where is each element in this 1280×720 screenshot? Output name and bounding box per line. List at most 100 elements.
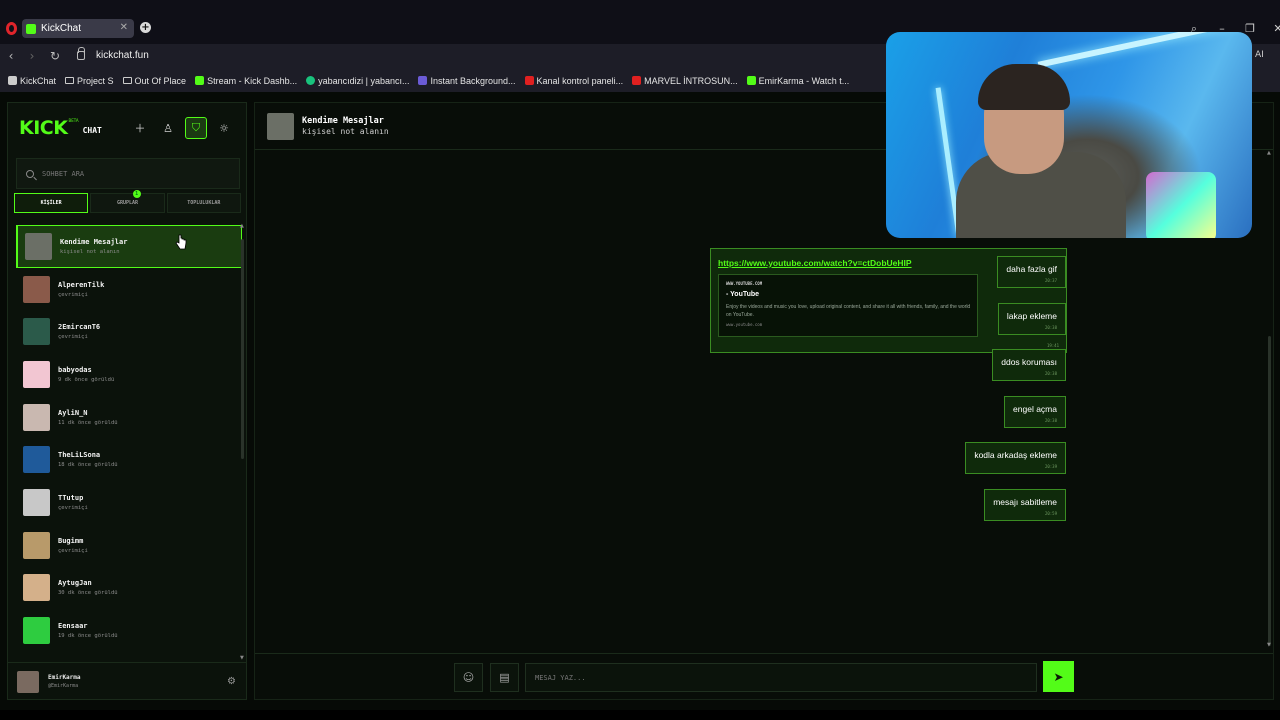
bookmark-label: EmirKarma - Watch t... xyxy=(758,75,850,86)
url-field[interactable]: kickchat.fun xyxy=(96,50,149,61)
bookmark-label: Kanal kontrol paneli... xyxy=(536,75,624,86)
attach-file-button[interactable]: ▤ xyxy=(490,663,519,692)
send-button[interactable]: ➤ xyxy=(1043,661,1074,692)
contact-item[interactable]: AyliN_N 11 dk önce görüldü xyxy=(16,396,242,439)
message-link[interactable]: https://www.youtube.com/watch?v=ctDobUeH… xyxy=(718,258,912,268)
message-text: mesajı sabitleme xyxy=(993,497,1057,507)
new-tab-button[interactable]: + xyxy=(140,22,151,33)
sidebar-scroll-thumb[interactable] xyxy=(241,239,244,459)
search-input[interactable] xyxy=(42,169,222,178)
kick-chat-logo[interactable]: KICK BETA CHAT xyxy=(19,118,102,138)
contact-name: TheLiLSona xyxy=(58,451,101,460)
hand-cursor-icon xyxy=(175,234,187,250)
p-icon xyxy=(418,76,428,85)
bookmark-item[interactable]: Project S xyxy=(65,76,114,86)
bookmark-item[interactable]: yabancıdizi | yabancı... xyxy=(306,76,409,86)
tab-people[interactable]: KİŞİLER xyxy=(14,193,89,213)
contact-item[interactable]: Kendime Mesajlar kişisel not alanın xyxy=(16,225,242,268)
chat-header-avatar[interactable] xyxy=(267,112,294,140)
bookmark-label: yabancıdizi | yabancı... xyxy=(318,75,410,86)
ai-button[interactable]: AI xyxy=(1255,50,1264,60)
add-friend-button[interactable]: ♙ xyxy=(157,117,179,139)
scroll-up-icon[interactable]: ▲ xyxy=(240,223,244,229)
chat-scroll-thumb[interactable] xyxy=(1268,336,1271,646)
message-time: 20:39 xyxy=(1044,464,1057,469)
message-input[interactable] xyxy=(525,663,1037,692)
lock-icon xyxy=(77,47,85,60)
bottom-strip xyxy=(0,710,1280,720)
contact-item[interactable]: Bugimm çevrimiçi xyxy=(16,524,242,567)
chat-header-name: Kendime Mesajlar xyxy=(302,116,384,126)
contact-item[interactable]: 2EmircanT6 çevrimiçi xyxy=(16,310,242,353)
contact-item[interactable]: AytugJan 30 dk önce görüldü xyxy=(16,567,242,610)
contact-name: AytugJan xyxy=(58,579,92,588)
message-bubble[interactable]: daha fazla gif 20:37 xyxy=(997,256,1066,288)
browser-tab[interactable]: KickChat ✕ xyxy=(22,19,134,38)
opera-logo-icon[interactable] xyxy=(6,22,17,35)
message-bubble[interactable]: mesajı sabitleme 20:59 xyxy=(984,489,1066,521)
message-bubble[interactable]: ddos koruması 20:38 xyxy=(992,349,1066,381)
forward-icon[interactable]: › xyxy=(25,49,39,63)
preview-title: - YouTube xyxy=(726,291,760,298)
contact-item[interactable]: TTutup çevrimiçi xyxy=(16,481,242,524)
close-window-icon[interactable]: ✕ xyxy=(1271,22,1280,36)
bookmark-item[interactable]: Out Of Place xyxy=(122,75,187,86)
kick-favicon-icon xyxy=(26,23,36,34)
kick-icon xyxy=(746,76,756,85)
tab-groups[interactable]: GRUPLAR 1 xyxy=(90,190,165,213)
contact-name: AyliN_N xyxy=(58,408,88,417)
contact-name: Eensaar xyxy=(58,622,88,631)
avatar xyxy=(23,403,50,431)
bookmark-label: Out Of Place xyxy=(134,75,187,86)
contact-item[interactable]: babyodas 9 dk önce görüldü xyxy=(16,353,242,396)
contact-status: çevrimiçi xyxy=(58,504,88,511)
streamer-hair xyxy=(978,64,1070,110)
bookmark-item[interactable]: Stream - Kick Dashb... xyxy=(195,76,297,86)
current-user-avatar[interactable] xyxy=(17,670,39,693)
shield-button[interactable]: ⛉ xyxy=(185,117,207,139)
v-icon xyxy=(306,76,316,85)
kick-icon xyxy=(195,76,205,85)
preview-domain: WWW.YOUTUBE.COM xyxy=(726,281,763,286)
bookmark-label: Project S xyxy=(77,75,114,86)
bookmark-label: MARVEL İNTROSUN... xyxy=(644,75,738,86)
avatar xyxy=(23,446,50,474)
theme-toggle-button[interactable]: ☼ xyxy=(213,117,235,139)
contact-item[interactable]: AlperenTilk çevrimiçi xyxy=(16,268,242,311)
message-time: 20:38 xyxy=(1044,418,1057,423)
sidebar: KICK BETA CHAT ＋ ♙ ⛉ ☼ KİŞİLER GRUPLAR 1… xyxy=(7,102,247,700)
message-bubble[interactable]: kodla arkadaş ekleme 20:39 xyxy=(965,442,1066,474)
current-user-handle: @EmirKarma xyxy=(48,683,79,689)
chat-scrollbar[interactable]: ▲ ▼ xyxy=(1267,150,1272,658)
bookmark-item[interactable]: Instant Background... xyxy=(418,76,516,86)
bookmark-label: Stream - Kick Dashb... xyxy=(207,75,298,86)
reload-icon[interactable]: ↻ xyxy=(48,49,62,63)
contact-item[interactable]: Eensaar 19 dk önce görüldü xyxy=(16,609,242,649)
led-strip xyxy=(1037,32,1245,68)
bookmark-item[interactable]: KickChat xyxy=(8,76,56,86)
link-preview-card[interactable]: WWW.YOUTUBE.COM - YouTube Enjoy the vide… xyxy=(718,274,978,337)
settings-gear-icon[interactable]: ⚙ xyxy=(227,676,236,687)
tab-communities[interactable]: TOPLULUKLAR xyxy=(166,193,241,213)
back-icon[interactable]: ‹ xyxy=(4,49,18,63)
new-chat-button[interactable]: ＋ xyxy=(129,117,151,139)
message-bubble[interactable]: engel açma 20:38 xyxy=(1004,396,1066,428)
contact-item[interactable]: TheLiLSona 18 dk önce görüldü xyxy=(16,438,242,481)
chat-scroll-down-icon[interactable]: ▼ xyxy=(1267,642,1271,648)
bookmark-item[interactable]: Kanal kontrol paneli... xyxy=(524,75,624,86)
search-icon xyxy=(26,169,34,178)
scroll-down-icon[interactable]: ▼ xyxy=(240,655,244,661)
bookmark-item[interactable]: MARVEL İNTROSUN... xyxy=(632,76,738,86)
bookmark-item[interactable]: EmirKarma - Watch t... xyxy=(746,75,850,86)
preview-footer: www.youtube.com xyxy=(726,322,763,327)
message-time: 19:41 xyxy=(1046,343,1059,348)
avatar xyxy=(23,318,50,346)
avatar xyxy=(25,232,52,260)
tab-close-icon[interactable]: ✕ xyxy=(120,22,128,33)
sidebar-scrollbar[interactable]: ▲ ▼ xyxy=(240,223,245,661)
message-bubble[interactable]: lakap ekleme 20:38 xyxy=(997,303,1066,335)
emoji-button[interactable]: ☺ xyxy=(454,663,483,692)
rgb-pc-case xyxy=(1146,172,1216,238)
chat-scroll-up-icon[interactable]: ▲ xyxy=(1267,150,1271,156)
contact-name: babyodas xyxy=(58,365,92,374)
